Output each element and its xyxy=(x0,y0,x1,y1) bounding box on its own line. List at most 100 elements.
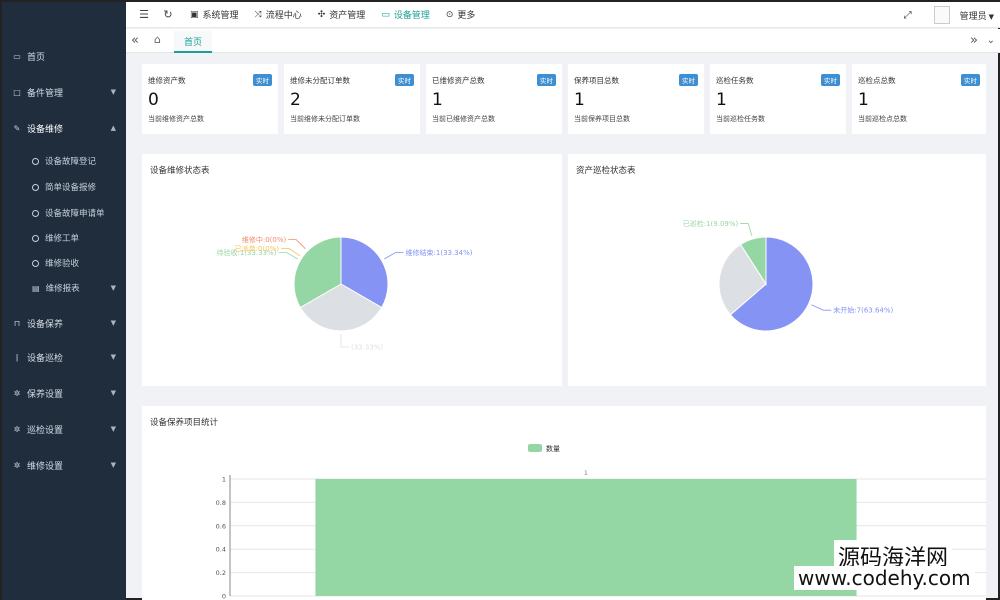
nav-process-center[interactable]: ⤨ 流程中心 xyxy=(254,8,302,22)
pie-data-label: 已派单:0(0%) xyxy=(235,244,280,253)
pie-data-label: 维修结束:1(33.34%) xyxy=(406,248,473,257)
stat-card: 已维修资产总数 实时 1 当前已维修资产总数 xyxy=(426,64,562,134)
caret-down-icon: ▼ xyxy=(110,284,116,292)
pie-data-label: 未开始:7(63.64%) xyxy=(833,306,893,315)
sidebar-sub-label: 维修报表 xyxy=(45,284,80,294)
sidebar-item-inspection-settings[interactable]: ✲ 巡检设置 ▼ xyxy=(2,418,126,440)
stat-value: 0 xyxy=(148,90,159,110)
sidebar-sub-label: 维修验收 xyxy=(45,259,80,269)
pie-label-line xyxy=(288,239,306,250)
y-tick-label: 0.4 xyxy=(216,546,226,554)
pie-label-line xyxy=(811,304,832,311)
pie-label-line xyxy=(278,252,298,260)
nav-equipment-management[interactable]: ▭ 设备管理 xyxy=(381,8,430,22)
caret-up-icon: ▲ xyxy=(110,124,116,132)
chevron-circle-icon: ⊙ xyxy=(445,9,454,20)
tabs-scroll-right-icon[interactable]: » xyxy=(970,33,978,48)
stat-description: 当前维修未分配订单数 xyxy=(290,115,360,123)
inspection-status-panel: 资产巡检状态表 未开始:7(63.64%) 已巡检:1(9.09%) xyxy=(568,154,986,386)
stat-title: 维修未分配订单数 xyxy=(290,76,350,85)
wrench-icon: ✎ xyxy=(13,123,21,133)
caret-down-icon: ▼ xyxy=(110,389,116,397)
y-tick-label: 1 xyxy=(222,476,226,484)
sidebar-sub-label: 维修工单 xyxy=(45,234,80,244)
circle-icon xyxy=(32,234,39,242)
tab-home[interactable]: 首页 xyxy=(174,31,213,53)
home-icon[interactable]: ⌂ xyxy=(154,33,161,46)
sidebar: ▭ 首页 □ 备件管理 ▼ ✎ 设备维修 ▲ 设备故障登记 简单设备报修 设备故… xyxy=(2,2,126,600)
repair-status-pie-chart: 维修结束:1(33.34%)(33.33%)待验收:1(33.33%)维修中:0… xyxy=(216,235,473,352)
sidebar-sub-report[interactable]: ▤ 维修报表 ▼ xyxy=(2,278,126,298)
sidebar-item-spare-parts[interactable]: □ 备件管理 ▼ xyxy=(2,81,126,103)
status-badge: 实时 xyxy=(537,74,556,86)
status-badge: 实时 xyxy=(253,74,272,86)
status-badge: 实时 xyxy=(395,74,414,86)
sidebar-sub-fault-register[interactable]: 设备故障登记 xyxy=(2,151,126,171)
bar[interactable] xyxy=(315,479,857,596)
sidebar-item-label: 维修设置 xyxy=(27,461,64,472)
status-badge: 实时 xyxy=(821,74,840,86)
stat-value: 1 xyxy=(716,90,727,110)
sidebar-sub-work-order[interactable]: 维修工单 xyxy=(2,228,126,248)
nav-more[interactable]: ⊙ 更多 xyxy=(445,8,476,22)
sidebar-item-label: 首页 xyxy=(27,52,46,63)
repair-status-panel: 设备维修状态表 维修结束:1(33.34%) (33.33%) 待验收:1(33.3… xyxy=(142,154,562,386)
monitor-icon: ▭ xyxy=(13,51,21,61)
stat-card: 巡检点总数 实时 1 当前巡检点总数 xyxy=(852,64,986,134)
sidebar-item-maintenance[interactable]: ⊓ 设备保养 ▼ xyxy=(2,312,126,334)
app-window: ▭ 首页 □ 备件管理 ▼ ✎ 设备维修 ▲ 设备故障登记 简单设备报修 设备故… xyxy=(0,0,1000,600)
stat-card: 巡检任务数 实时 1 当前巡检任务数 xyxy=(710,64,846,134)
sidebar-sub-simple-report[interactable]: 简单设备报修 xyxy=(2,177,126,197)
pie-label-line xyxy=(740,223,753,237)
sidebar-item-inspection[interactable]: ǀ 设备巡检 ▼ xyxy=(2,346,126,368)
watermark-url: www.codehy.com xyxy=(794,566,975,590)
y-tick-label: 0.8 xyxy=(216,499,226,507)
stat-value: 2 xyxy=(290,90,301,110)
nav-label: 系统管理 xyxy=(202,11,239,21)
gear-icon: ✲ xyxy=(13,424,21,434)
menu-toggle-icon[interactable]: ☰ xyxy=(132,8,156,21)
sidebar-item-maintenance-settings[interactable]: ✲ 保养设置 ▼ xyxy=(2,382,126,404)
circle-icon xyxy=(32,259,39,267)
user-menu[interactable]: 管理员 ▼ xyxy=(960,9,994,22)
pie-data-label: (33.33%) xyxy=(351,344,383,352)
circle-icon xyxy=(32,157,39,165)
nav-system-management[interactable]: ▣ 系统管理 xyxy=(190,8,239,22)
stat-description: 当前巡检点总数 xyxy=(858,115,907,123)
stat-description: 当前维修资产总数 xyxy=(148,115,204,123)
stat-value: 1 xyxy=(858,90,869,110)
stat-title: 维修资产数 xyxy=(148,76,186,85)
top-navbar: ☰ ↻ ▣ 系统管理 ⤨ 流程中心 ✣ 资产管理 ▭ 设备管理 ⊙ 更多 ⤢ 管… xyxy=(126,2,1000,28)
avatar[interactable] xyxy=(933,6,950,24)
status-badge: 实时 xyxy=(679,74,698,86)
caret-down-icon: ▼ xyxy=(110,353,116,361)
stat-card: 维修未分配订单数 实时 2 当前维修未分配订单数 xyxy=(284,64,420,134)
nav-asset-management[interactable]: ✣ 资产管理 xyxy=(318,8,366,22)
sidebar-sub-acceptance[interactable]: 维修验收 xyxy=(2,253,126,273)
system-icon: ▣ xyxy=(190,9,199,20)
y-tick-label: 0 xyxy=(222,593,226,600)
sidebar-item-repair-settings[interactable]: ✲ 维修设置 ▼ xyxy=(2,454,126,476)
shuffle-icon: ⤨ xyxy=(254,9,262,20)
gear-icon: ✲ xyxy=(13,460,21,470)
nav-label: 资产管理 xyxy=(329,11,366,21)
sidebar-sub-fault-request[interactable]: 设备故障申请单 xyxy=(2,203,126,223)
refresh-icon[interactable]: ↻ xyxy=(156,8,180,21)
caret-down-icon: ▼ xyxy=(110,88,116,96)
status-badge: 实时 xyxy=(961,74,980,86)
fullscreen-icon[interactable]: ⤢ xyxy=(904,10,912,21)
tabs-scroll-left-icon[interactable]: « xyxy=(131,33,139,48)
sidebar-sub-label: 设备故障申请单 xyxy=(45,209,105,219)
sidebar-item-label: 设备保养 xyxy=(27,319,64,330)
bar-value-label: 1 xyxy=(584,469,588,477)
stat-value: 1 xyxy=(574,90,585,110)
stat-description: 当前巡检任务数 xyxy=(716,115,765,123)
tabs-menu-chevron-icon[interactable]: ⌄ xyxy=(987,35,995,46)
y-tick-label: 0.2 xyxy=(216,569,226,577)
legend-swatch[interactable] xyxy=(528,444,542,452)
sidebar-item-home[interactable]: ▭ 首页 xyxy=(2,45,126,67)
sidebar-item-repair[interactable]: ✎ 设备维修 ▲ xyxy=(2,117,126,139)
info-icon: ǀ xyxy=(15,352,19,362)
legend-label[interactable]: 数量 xyxy=(546,444,560,453)
nav-label: 流程中心 xyxy=(265,11,302,21)
